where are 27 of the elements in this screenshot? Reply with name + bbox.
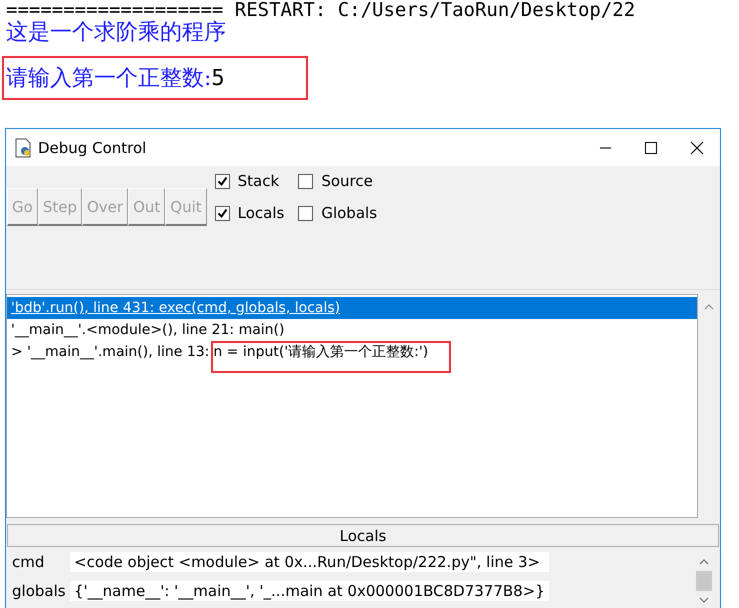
stack-frame-text: '__main__'.<module>(), line 21: main() (11, 321, 284, 340)
stack-frame-text: 'bdb'.run(), line 431: exec(cmd, globals, locals) (11, 299, 340, 318)
checkbox[interactable] (214, 206, 230, 220)
variable-name: globals (12, 582, 67, 600)
stack-row[interactable]: > '__main__'.main(), line 13: n = input('请输入第一个正整数:') (7, 341, 697, 373)
checkbox[interactable] (214, 174, 230, 188)
document-icon (14, 138, 32, 158)
stack-frame-text: > '__main__'.main(), line 13: (11, 343, 210, 362)
code-text: n = input('请输入第一个正整数:') (213, 344, 428, 360)
variable-name: cmd (12, 552, 46, 570)
locals-header: Locals (7, 524, 719, 547)
checkbox-label: Globals (321, 204, 378, 222)
restart-banner-text: =================== RESTART: C:/Users/TaoRun/Desktop/22 (6, 0, 636, 20)
checkbox-label: Stack (238, 172, 280, 190)
variable-value: {'__name__': '__main__', '_...main at 0x000001BC8D7377B8>} (70, 580, 549, 600)
input-text: 5 (211, 66, 225, 90)
scrollbar-thumb[interactable] (696, 571, 712, 591)
checkbox[interactable] (298, 174, 314, 188)
window-title: Debug Control (38, 138, 146, 156)
checkbox-label: Locals (238, 204, 284, 222)
checkbox[interactable] (298, 206, 314, 220)
prompt-text: 请输入第一个正整数: (6, 65, 212, 93)
checkbox-label: Source (321, 172, 373, 190)
stack-row[interactable]: '__main__'.<module>(), line 21: main() (7, 319, 697, 341)
stack-row[interactable]: 'bdb'.run(), line 431: exec(cmd, globals, locals) (7, 297, 697, 319)
output-line: 这是一个求阶乘的程序 (6, 20, 227, 46)
variable-value: <code object <module> at 0x...Run/Desktop/222.py", line 3> (70, 552, 549, 572)
